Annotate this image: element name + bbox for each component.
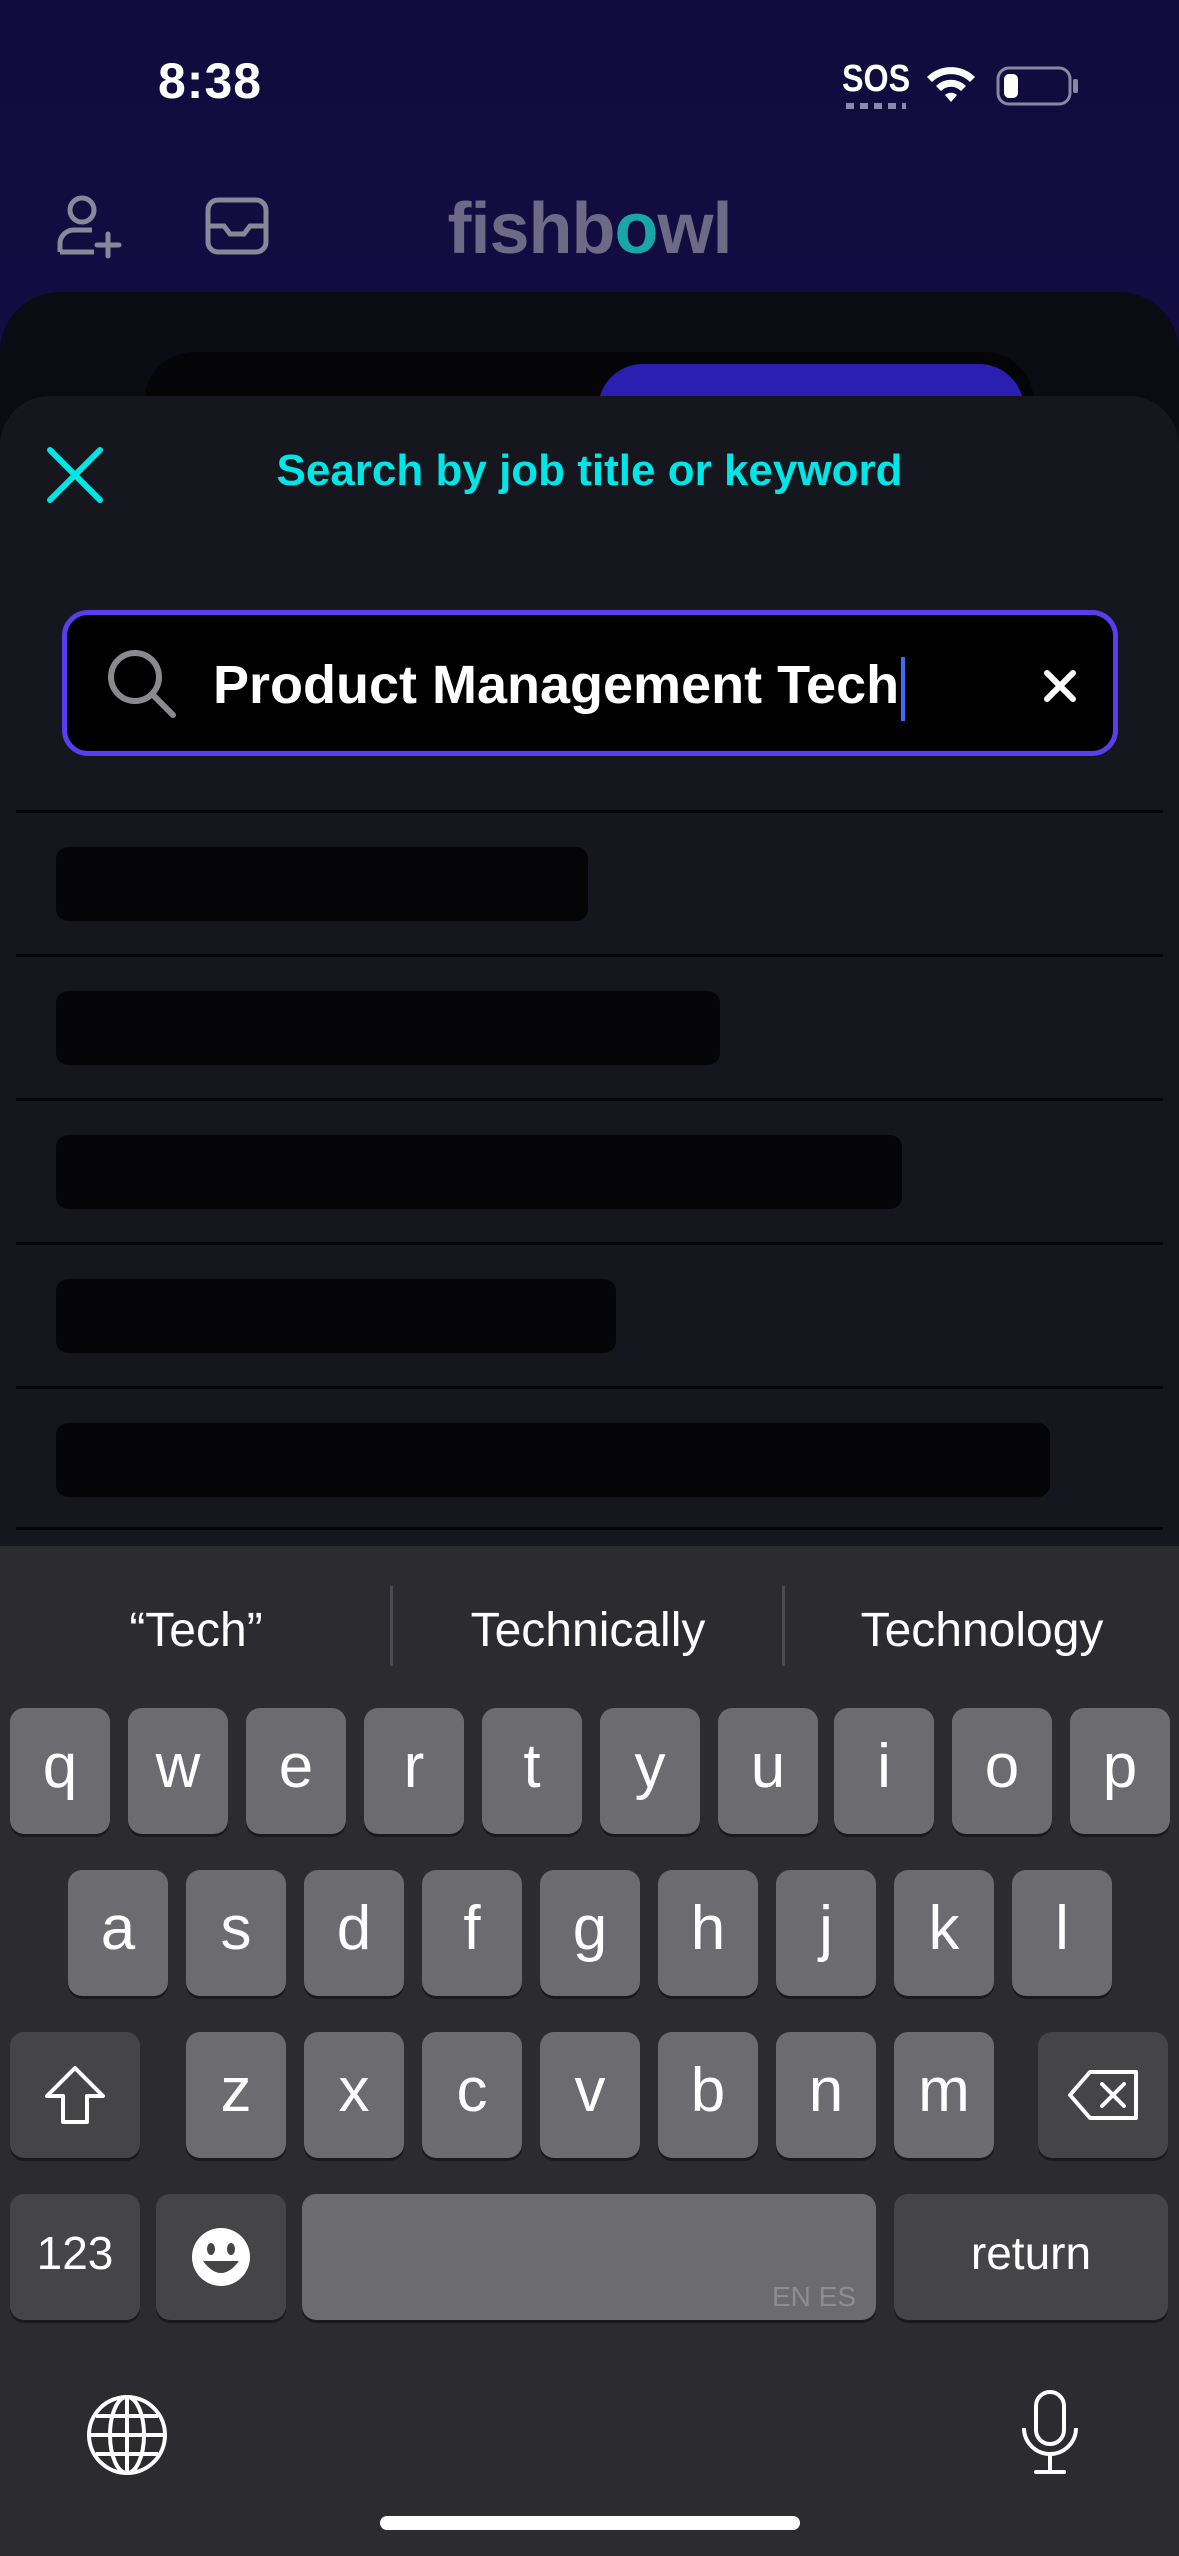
key-a[interactable]: a bbox=[68, 1870, 168, 1996]
space-languages-label: EN ES bbox=[771, 2281, 856, 2312]
key-t[interactable]: t bbox=[482, 1708, 582, 1834]
numbers-key[interactable]: 123 bbox=[10, 2194, 140, 2320]
loading-skeleton bbox=[56, 847, 588, 921]
suggestion-divider bbox=[782, 1586, 785, 1666]
keyboard: “Tech” Technically Technology q w e r t … bbox=[0, 1546, 1179, 2556]
text-caret bbox=[901, 656, 906, 721]
key-v[interactable]: v bbox=[540, 2032, 640, 2158]
key-o[interactable]: o bbox=[952, 1708, 1052, 1834]
key-l[interactable]: l bbox=[1012, 1870, 1112, 1996]
loading-skeleton bbox=[56, 1423, 1050, 1497]
key-p[interactable]: p bbox=[1070, 1708, 1170, 1834]
sos-indicator: SOS bbox=[842, 58, 911, 100]
suggestion-1[interactable]: “Tech” bbox=[6, 1596, 386, 1666]
home-indicator bbox=[380, 2516, 800, 2530]
emoji-icon bbox=[192, 2228, 250, 2286]
key-u[interactable]: u bbox=[718, 1708, 818, 1834]
search-icon bbox=[108, 650, 176, 718]
emoji-key[interactable] bbox=[156, 2194, 286, 2320]
list-item bbox=[16, 954, 1163, 1098]
key-y[interactable]: y bbox=[600, 1708, 700, 1834]
backspace-icon bbox=[1068, 2070, 1138, 2120]
microphone-icon[interactable] bbox=[1018, 2388, 1082, 2478]
suggestion-divider bbox=[390, 1586, 393, 1666]
suggestion-bar: “Tech” Technically Technology bbox=[0, 1546, 1179, 1706]
list-item bbox=[16, 810, 1163, 954]
key-e[interactable]: e bbox=[246, 1708, 346, 1834]
suggestion-3[interactable]: Technology bbox=[792, 1596, 1172, 1666]
battery-icon bbox=[996, 66, 1078, 106]
list-item bbox=[16, 1242, 1163, 1386]
suggestion-2[interactable]: Technically bbox=[398, 1596, 778, 1666]
return-key[interactable]: return bbox=[894, 2194, 1168, 2320]
search-input[interactable]: Product Management Tech bbox=[213, 645, 906, 725]
key-k[interactable]: k bbox=[894, 1870, 994, 1996]
backspace-key[interactable] bbox=[1038, 2032, 1168, 2158]
key-m[interactable]: m bbox=[894, 2032, 994, 2158]
modal-title: Search by job title or keyword bbox=[276, 446, 903, 495]
key-s[interactable]: s bbox=[186, 1870, 286, 1996]
key-n[interactable]: n bbox=[776, 2032, 876, 2158]
key-b[interactable]: b bbox=[658, 2032, 758, 2158]
cellular-dots-icon bbox=[846, 103, 906, 109]
key-q[interactable]: q bbox=[10, 1708, 110, 1834]
key-h[interactable]: h bbox=[658, 1870, 758, 1996]
space-key[interactable]: EN ES bbox=[302, 2194, 876, 2320]
app-header: fishbowl bbox=[0, 180, 1179, 300]
key-z[interactable]: z bbox=[186, 2032, 286, 2158]
shift-key[interactable] bbox=[10, 2032, 140, 2158]
key-x[interactable]: x bbox=[304, 2032, 404, 2158]
key-g[interactable]: g bbox=[540, 1870, 640, 1996]
shift-icon bbox=[45, 2066, 105, 2124]
wifi-icon bbox=[927, 67, 975, 102]
key-w[interactable]: w bbox=[128, 1708, 228, 1834]
key-j[interactable]: j bbox=[776, 1870, 876, 1996]
list-item bbox=[16, 1098, 1163, 1242]
key-c[interactable]: c bbox=[422, 2032, 522, 2158]
key-f[interactable]: f bbox=[422, 1870, 522, 1996]
status-bar: 8:38 SOS bbox=[0, 0, 1179, 160]
loading-skeleton bbox=[56, 991, 720, 1065]
status-time: 8:38 bbox=[158, 53, 263, 109]
clear-search-icon[interactable] bbox=[1035, 661, 1085, 711]
search-field[interactable]: Product Management Tech bbox=[62, 610, 1118, 756]
globe-icon[interactable] bbox=[84, 2392, 170, 2478]
key-r[interactable]: r bbox=[364, 1708, 464, 1834]
key-d[interactable]: d bbox=[304, 1870, 404, 1996]
fishbowl-logo: fishbowl bbox=[447, 189, 733, 269]
loading-skeleton bbox=[56, 1279, 616, 1353]
search-results-loading bbox=[16, 810, 1163, 1530]
loading-skeleton bbox=[56, 1135, 902, 1209]
key-i[interactable]: i bbox=[834, 1708, 934, 1834]
list-item bbox=[16, 1386, 1163, 1530]
